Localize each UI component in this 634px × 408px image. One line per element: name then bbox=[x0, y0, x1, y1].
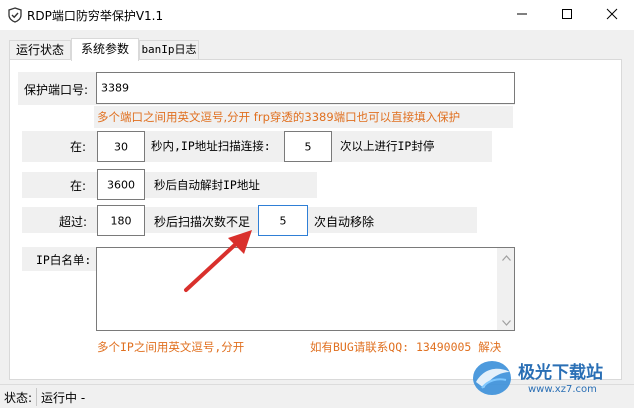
scroll-up-button[interactable] bbox=[498, 248, 515, 265]
shield-check-icon bbox=[7, 7, 23, 23]
port-label: 保护端口号: bbox=[24, 83, 89, 97]
scan-seconds-input[interactable]: 30 bbox=[97, 131, 145, 162]
remove-count-input[interactable]: 5 bbox=[258, 205, 308, 236]
app-window: RDP端口防穷举保护V1.1 运行状态 系统参数 banIp日志 保护端口号: … bbox=[0, 0, 634, 408]
whitelist-label: IP白名单: bbox=[36, 253, 92, 267]
scan-prefix-label: 在: bbox=[70, 140, 87, 154]
unban-seconds-value: 3600 bbox=[107, 178, 135, 191]
watermark-logo: 极光下载站 www.xz7.com bbox=[470, 352, 630, 404]
scan-seconds-value: 30 bbox=[114, 140, 128, 153]
aurora-logo-icon bbox=[473, 361, 511, 395]
tab-run-status[interactable]: 运行状态 bbox=[9, 40, 71, 60]
scan-suffix-label: 次以上进行IP封停 bbox=[340, 139, 435, 153]
minimize-icon bbox=[516, 8, 528, 23]
red-arrow-annotation bbox=[184, 230, 252, 292]
scroll-down-button[interactable] bbox=[498, 313, 515, 330]
watermark-text: 极光下载站 bbox=[518, 363, 603, 383]
port-input[interactable]: 3389 bbox=[96, 72, 515, 104]
scan-row: 在: 30 秒内,IP地址扫描连接: 5 次以上进行IP封停 bbox=[22, 131, 492, 162]
maximize-icon bbox=[561, 8, 573, 23]
tab-banip-log[interactable]: banIp日志 bbox=[139, 40, 199, 60]
unban-seconds-input[interactable]: 3600 bbox=[97, 169, 145, 200]
unban-prefix-label: 在: bbox=[70, 179, 87, 193]
port-row: 保护端口号: 3389 bbox=[18, 72, 515, 105]
port-hint: 多个端口之间用英文逗号,分开 frp穿透的3389端口也可以直接填入保护 bbox=[97, 110, 461, 124]
close-icon bbox=[606, 8, 618, 23]
remove-count-value: 5 bbox=[279, 214, 287, 227]
chevron-up-icon bbox=[502, 250, 511, 264]
maximize-button[interactable] bbox=[544, 0, 589, 30]
whitelist-label-box: IP白名单: bbox=[22, 247, 96, 271]
remove-seconds-input[interactable]: 180 bbox=[97, 205, 145, 236]
title-bar[interactable]: RDP端口防穷举保护V1.1 bbox=[0, 0, 634, 30]
whitelist-scrollbar[interactable] bbox=[497, 248, 514, 330]
status-label: 状态: bbox=[4, 391, 33, 405]
window-title: RDP端口防穷举保护V1.1 bbox=[27, 9, 164, 23]
watermark-url: www.xz7.com bbox=[528, 384, 597, 395]
port-input-value: 3389 bbox=[101, 81, 129, 95]
remove-prefix-label: 超过: bbox=[59, 215, 88, 229]
tab-system-params[interactable]: 系统参数 bbox=[71, 38, 139, 61]
port-hint-row: 多个端口之间用英文逗号,分开 frp穿透的3389端口也可以直接填入保护 bbox=[94, 106, 513, 128]
remove-suffix-label: 次自动移除 bbox=[314, 215, 375, 229]
tab-strip: 运行状态 系统参数 banIp日志 bbox=[9, 38, 609, 61]
minimize-button[interactable] bbox=[499, 0, 544, 30]
unban-suffix-label: 秒后自动解封IP地址 bbox=[154, 178, 260, 192]
whitelist-textarea[interactable] bbox=[96, 247, 515, 331]
remove-seconds-value: 180 bbox=[110, 214, 132, 227]
unban-row: 在: 3600 秒后自动解封IP地址 bbox=[22, 169, 317, 200]
scan-middle-label: 秒内,IP地址扫描连接: bbox=[151, 139, 271, 153]
status-separator bbox=[36, 388, 37, 406]
whitelist-hint: 多个IP之间用英文逗号,分开 bbox=[97, 340, 245, 354]
scan-count-input[interactable]: 5 bbox=[284, 131, 332, 162]
status-value: 运行中 - bbox=[41, 391, 86, 405]
chevron-down-icon bbox=[502, 315, 511, 329]
close-button[interactable] bbox=[589, 0, 634, 30]
scan-count-value: 5 bbox=[304, 140, 312, 153]
